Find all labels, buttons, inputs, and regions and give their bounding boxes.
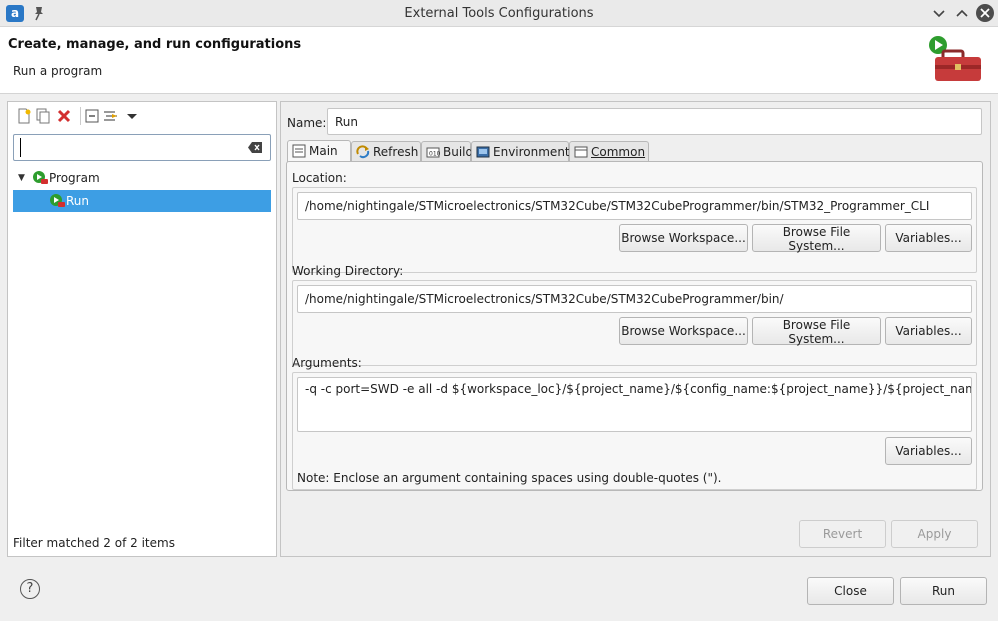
apply-button[interactable]: Apply: [891, 520, 978, 548]
close-icon: [980, 8, 990, 18]
expand-toggle-icon[interactable]: ▼: [18, 167, 25, 189]
filter-status-text: Filter matched 2 of 2 items: [13, 536, 175, 550]
close-button[interactable]: Close: [807, 577, 894, 605]
svg-text:010: 010: [429, 151, 440, 158]
filter-input[interactable]: [20, 138, 240, 157]
configuration-list-panel: ▼ Program Run Filter matched 2 of 2 item…: [7, 101, 277, 557]
location-browse-workspace-button[interactable]: Browse Workspace...: [619, 224, 748, 252]
location-variables-button[interactable]: Variables...: [885, 224, 972, 252]
tree-item-program[interactable]: ▼ Program: [13, 167, 271, 189]
config-toolbar: [8, 102, 276, 130]
run-config-icon: [50, 194, 65, 207]
window-title: External Tools Configurations: [404, 6, 594, 21]
main-tab-icon: [292, 144, 306, 158]
name-input[interactable]: [327, 108, 982, 135]
toolbar-separator: [80, 107, 81, 125]
tree-item-run[interactable]: Run: [13, 190, 271, 212]
minimize-icon[interactable]: [931, 5, 947, 21]
tab-label: Build: [443, 145, 474, 159]
working-directory-label: Working Directory:: [292, 264, 404, 278]
tab-refresh[interactable]: Refresh: [351, 141, 421, 162]
tab-common[interactable]: Common: [569, 141, 649, 162]
toolbox-icon: [929, 36, 981, 81]
location-input[interactable]: /home/nightingale/STMicroelectronics/STM…: [297, 192, 972, 220]
configuration-editor-panel: Name: Main Refresh 010 Build: [280, 101, 991, 557]
common-icon: [574, 146, 588, 158]
close-window-button[interactable]: [976, 4, 994, 22]
filter-field[interactable]: [13, 134, 271, 161]
maximize-icon[interactable]: [954, 5, 970, 21]
workdir-browse-filesystem-button[interactable]: Browse File System...: [752, 317, 881, 346]
tree-item-label: Run: [66, 194, 90, 208]
collapse-all-icon[interactable]: [84, 108, 100, 124]
location-label: Location:: [292, 171, 347, 185]
window-titlebar: a External Tools Configurations: [0, 0, 998, 27]
arguments-textarea[interactable]: -q -c port=SWD -e all -d ${workspace_loc…: [297, 377, 972, 432]
refresh-icon: [356, 145, 370, 159]
help-icon[interactable]: ?: [20, 579, 40, 599]
tab-build[interactable]: 010 Build: [421, 141, 474, 162]
tab-label: Environment: [493, 145, 570, 159]
location-browse-filesystem-button[interactable]: Browse File System...: [752, 224, 881, 253]
tab-main[interactable]: Main: [287, 140, 351, 162]
dialog-subtitle: Run a program: [13, 64, 103, 78]
tab-label: Main: [309, 144, 338, 158]
delete-config-icon[interactable]: [56, 108, 72, 124]
name-label: Name:: [287, 116, 327, 130]
arguments-variables-button[interactable]: Variables...: [885, 437, 972, 465]
build-icon: 010: [426, 147, 440, 158]
duplicate-config-icon[interactable]: [35, 108, 51, 124]
filter-config-icon[interactable]: [103, 108, 119, 124]
new-config-icon[interactable]: [16, 108, 32, 124]
environment-icon: [476, 146, 490, 158]
arguments-label: Arguments:: [292, 356, 362, 370]
working-directory-input[interactable]: /home/nightingale/STMicroelectronics/STM…: [297, 285, 972, 313]
arguments-note: Note: Enclose an argument containing spa…: [297, 471, 722, 485]
dialog-header: Create, manage, and run configurations R…: [0, 27, 998, 94]
revert-button[interactable]: Revert: [799, 520, 886, 548]
run-button[interactable]: Run: [900, 577, 987, 605]
main-tab-content: Location: /home/nightingale/STMicroelect…: [286, 161, 983, 491]
tab-label: Common: [591, 145, 646, 159]
tree-item-label: Program: [49, 171, 100, 185]
tab-label: Refresh: [373, 145, 419, 159]
workdir-browse-workspace-button[interactable]: Browse Workspace...: [619, 317, 748, 345]
clear-filter-icon[interactable]: [247, 141, 263, 154]
program-type-icon: [33, 171, 48, 184]
dialog-title: Create, manage, and run configurations: [8, 37, 302, 52]
workdir-variables-button[interactable]: Variables...: [885, 317, 972, 345]
tab-environment[interactable]: Environment: [471, 141, 570, 162]
view-menu-chevron-down-icon[interactable]: [124, 108, 140, 124]
